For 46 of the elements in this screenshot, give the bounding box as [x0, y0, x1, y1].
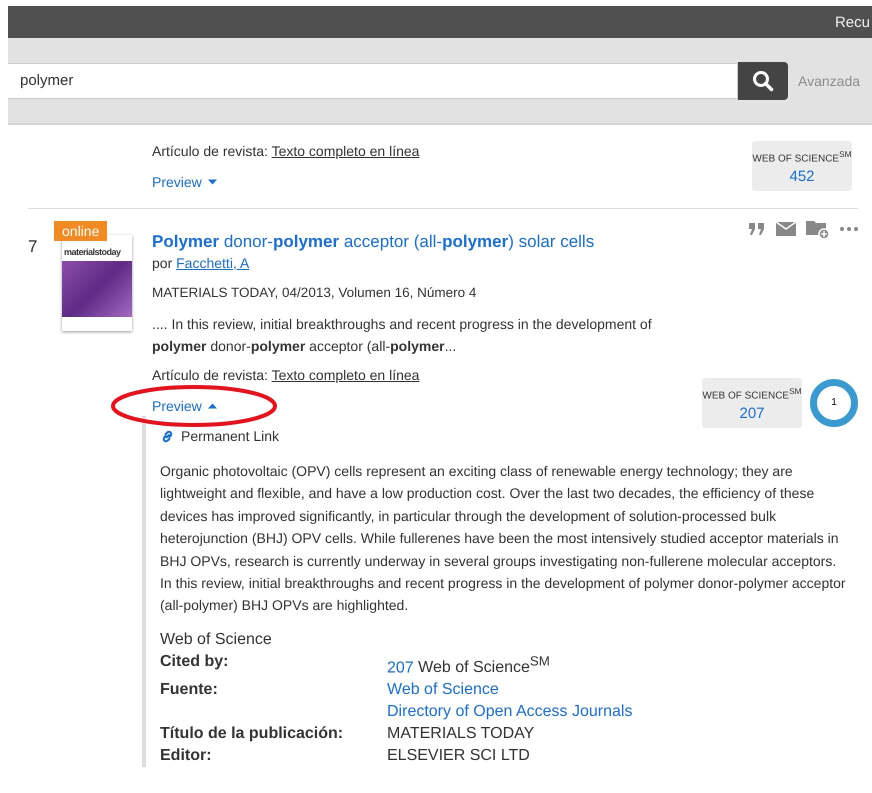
metric-count: 452: [789, 168, 815, 186]
field-label: Editor:: [160, 746, 213, 766]
folder-add-icon[interactable]: [806, 219, 830, 239]
caret-icon: [208, 179, 217, 185]
search-field[interactable]: polymer: [8, 62, 738, 98]
field-label: Cited by:: [160, 652, 230, 672]
author-link[interactable]: Facchetti, A: [176, 255, 250, 271]
fulltext-link[interactable]: Texto completo en línea: [272, 143, 420, 159]
field-value: MATERIALS TODAY: [387, 725, 534, 742]
abstract-text: Organic photovoltaic (OPV) cells represent an exciting class of renewable energy technology; they are lightweight and flexible, and have a low production cost. Over the last two decades, the efficiency of these devices has improved significantly, in particular through the development of solution-processed bulk heterojunction (BHJ) OPV cells. While fullerenes have been the most intensively studied acceptor materials in BHJ OPVs, research is currently underway in several groups investigating non-fullerene molecular acceptors. In this review, initial breakthroughs and recent progress in the development of polymer donor-polymer acceptor (all-polymer) BHJ OPVs are highlighted.: [160, 462, 847, 616]
journal-cover[interactable]: materialstoday: [62, 235, 132, 331]
section-title: Web of Science: [160, 630, 273, 650]
altmetric-donut[interactable]: 1: [810, 378, 858, 427]
online-badge: online: [54, 221, 108, 241]
preview-toggle[interactable]: Preview: [152, 398, 217, 414]
snippet-text: .... In this review, initial breakthroughs and recent progress in the development of polymer donor-polymer acceptor (all-polymer...: [152, 315, 653, 356]
author-prefix: por: [152, 255, 172, 271]
metric-label: WEB OF SCIENCE$^{SM}$: [752, 149, 852, 164]
link-icon: [160, 428, 175, 444]
metric-label: WEB OF SCIENCE$^{SM}$: [702, 386, 802, 401]
citation-count-box[interactable]: WEB OF SCIENCE$^{SM}$ 207: [702, 378, 802, 428]
fulltext-link[interactable]: Texto completo en línea: [272, 367, 420, 383]
field-label: Fuente:: [160, 680, 219, 700]
search-button[interactable]: [738, 62, 788, 100]
quote-icon[interactable]: [748, 222, 766, 236]
source-text: MATERIALS TODAY, 04/2013, Volumen 16, Número 4: [152, 285, 478, 300]
search-icon: [752, 70, 774, 92]
field-link[interactable]: 207: [387, 659, 414, 676]
cover-artwork: [62, 261, 132, 317]
field-label: Título de la publicación:: [160, 724, 344, 744]
header-link[interactable]: Recu: [834, 14, 870, 30]
preview-toggle[interactable]: Preview: [152, 174, 217, 190]
caret-icon: [208, 403, 217, 409]
permanent-link[interactable]: Permanent Link: [160, 428, 858, 444]
mail-icon[interactable]: [776, 222, 796, 236]
result-number: 7: [28, 237, 38, 256]
type-label: Artículo de revista:: [152, 143, 268, 159]
field-link[interactable]: Web of Science: [387, 681, 499, 698]
result-title[interactable]: Polymer donor-polymer acceptor (all-polymer) solar cells: [152, 232, 708, 252]
field-link[interactable]: Directory of Open Access Journals: [387, 703, 632, 720]
more-icon[interactable]: [840, 227, 858, 231]
field-value: ELSEVIER SCI LTD: [387, 747, 530, 764]
type-label: Artículo de revista:: [152, 367, 268, 383]
metric-count: 207: [739, 405, 765, 422]
cover-title: materialstoday: [63, 246, 122, 259]
citation-count-box[interactable]: WEB OF SCIENCE$^{SM}$ 452: [752, 141, 852, 192]
